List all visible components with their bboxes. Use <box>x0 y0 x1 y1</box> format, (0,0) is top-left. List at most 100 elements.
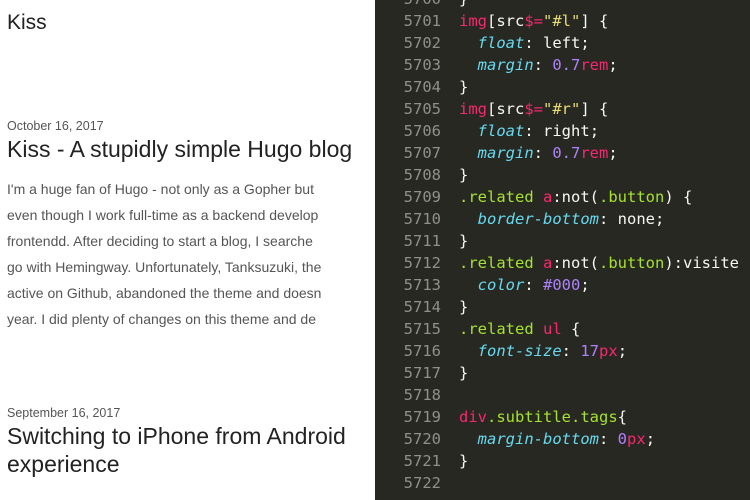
code-token: } <box>459 0 468 8</box>
code-token: $= <box>524 100 543 118</box>
line-number: 5708 <box>403 166 441 184</box>
code-text: margin-bottom: 0px; <box>459 428 655 450</box>
code-token: : <box>599 430 618 448</box>
code-line[interactable]: 5707 margin: 0.7rem; <box>375 142 750 164</box>
code-line[interactable]: 5712 .related a:not(.button):visite <box>375 252 750 274</box>
line-number: 5714 <box>403 298 441 316</box>
site-title[interactable]: Kiss <box>7 11 47 35</box>
code-line[interactable]: 5711} <box>375 230 750 252</box>
code-token: } <box>459 232 469 250</box>
code-line[interactable]: 5709 .related a:not(.button) { <box>375 186 750 208</box>
post-date: September 16, 2017 <box>7 406 121 420</box>
post-title-line[interactable]: Switching to iPhone from Android <box>7 422 375 450</box>
line-number: 5701 <box>403 12 441 30</box>
code-token: div <box>459 408 487 426</box>
code-line[interactable]: 5701 img[src$="#l"] { <box>375 10 750 32</box>
post-title-link[interactable]: Switching to iPhone from Android experie… <box>7 422 375 478</box>
code-line[interactable]: 5721} <box>375 450 750 472</box>
code-line[interactable]: 5718 <box>375 384 750 406</box>
post-date: October 16, 2017 <box>7 119 104 133</box>
code-line[interactable]: 5720 margin-bottom: 0px; <box>375 428 750 450</box>
code-token: right <box>543 122 590 140</box>
code-token: ; <box>645 430 656 448</box>
code-token: } <box>459 298 469 316</box>
line-number: 5702 <box>403 34 441 52</box>
code-line[interactable]: 5719 div.subtitle.tags{ <box>375 406 750 428</box>
code-token: : <box>524 276 544 294</box>
code-line[interactable]: 5722 <box>375 472 750 494</box>
line-number: 5705 <box>403 100 441 118</box>
code-token: ; <box>617 342 628 360</box>
code-token: px <box>599 342 618 360</box>
code-line[interactable]: 5703 margin: 0.7rem; <box>375 54 750 76</box>
blog-page: Kiss October 16, 2017 Kiss - A stupidly … <box>0 0 375 500</box>
code-line[interactable]: 5716 font-size: 17px; <box>375 340 750 362</box>
code-token: color <box>477 276 525 294</box>
post-title-link[interactable]: Kiss - A stupidly simple Hugo blog <box>7 135 375 163</box>
code-token: ; <box>580 34 590 52</box>
line-number: 5717 <box>403 364 441 382</box>
line-number: 5706 <box>403 122 441 140</box>
code-line[interactable]: 5700} <box>375 0 750 10</box>
post-excerpt: I'm a huge fan of Hugo - not only as a G… <box>7 176 375 332</box>
code-token: :not( <box>552 254 600 272</box>
code-editor[interactable]: 5700}5701img[src$="#l"] {5702 float: lef… <box>375 0 750 500</box>
code-token: { <box>617 408 627 426</box>
code-token: : <box>524 122 544 140</box>
line-number: 5712 <box>403 254 441 272</box>
line-number: 5707 <box>403 144 441 162</box>
code-token: rem <box>580 144 609 162</box>
post-title-line[interactable]: experience <box>7 450 375 478</box>
code-token: [src <box>487 100 525 118</box>
code-lines: 5700}5701img[src$="#l"] {5702 float: lef… <box>375 0 750 494</box>
code-token: margin <box>477 144 534 162</box>
code-token: ; <box>580 276 590 294</box>
code-text: div.subtitle.tags{ <box>459 406 627 428</box>
code-token: none <box>617 210 655 228</box>
post-summary: September 16, 2017 Switching to iPhone f… <box>7 406 375 478</box>
code-token: .subtitle.tags <box>487 408 618 426</box>
code-line[interactable]: 5713 color: #000; <box>375 274 750 296</box>
code-token: ):visite <box>664 254 739 272</box>
code-text: float: left; <box>459 32 590 54</box>
code-line[interactable]: 5710 border-bottom: none; <box>375 208 750 230</box>
code-line[interactable]: 5702 float: left; <box>375 32 750 54</box>
code-line[interactable]: 5714} <box>375 296 750 318</box>
code-text: img[src$="#l"] { <box>459 10 608 32</box>
post-excerpt-line: I'm a huge fan of Hugo - not only as a G… <box>7 181 314 197</box>
post-excerpt-line: even though I work full-time as a backen… <box>7 207 319 223</box>
code-token: ; <box>608 144 618 162</box>
code-token: } <box>459 364 469 382</box>
code-token: margin <box>477 56 534 74</box>
post-excerpt-line: active on Github, abandoned the theme an… <box>7 285 322 301</box>
code-token: left <box>543 34 581 52</box>
code-text: .related ul { <box>459 318 580 340</box>
line-number: 5721 <box>403 452 441 470</box>
code-token: ; <box>655 210 665 228</box>
code-token: ; <box>589 122 600 140</box>
code-token: : <box>524 34 544 52</box>
line-number: 5710 <box>403 210 441 228</box>
code-token: $= <box>524 12 543 30</box>
line-number: 5711 <box>403 232 441 250</box>
line-number: 5719 <box>403 408 441 426</box>
code-text: } <box>459 0 468 10</box>
code-text: img[src$="#r"] { <box>459 98 608 120</box>
code-line[interactable]: 5717} <box>375 362 750 384</box>
code-text: } <box>459 76 468 98</box>
code-token: .related <box>459 188 543 206</box>
code-line[interactable]: 5715 .related ul { <box>375 318 750 340</box>
code-line[interactable]: 5704} <box>375 76 750 98</box>
code-token: border-bottom <box>477 210 599 228</box>
code-line[interactable]: 5708} <box>375 164 750 186</box>
code-token: { <box>561 320 581 338</box>
code-line[interactable]: 5706 float: right; <box>375 120 750 142</box>
code-line[interactable]: 5705 img[src$="#r"] { <box>375 98 750 120</box>
